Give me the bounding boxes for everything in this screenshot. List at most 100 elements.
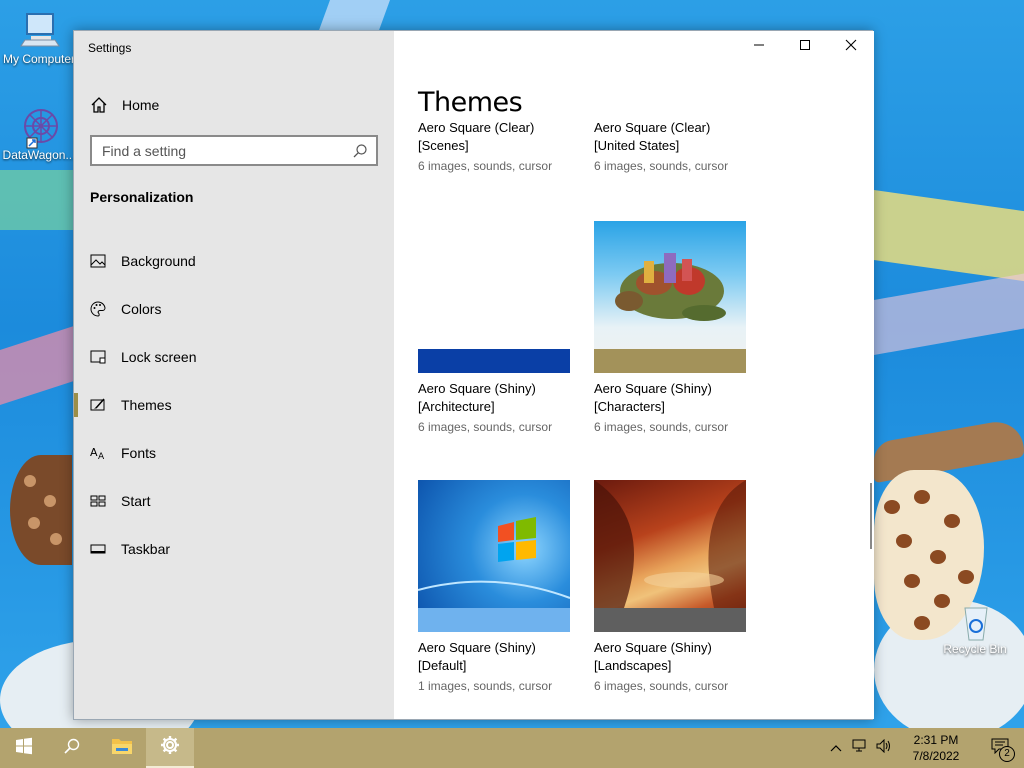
theme-thumbnail — [594, 221, 746, 373]
lock-screen-icon — [90, 349, 106, 365]
taskbar: 2:31 PM 7/8/2022 2 — [0, 728, 1024, 768]
wallpaper-ray — [874, 273, 1024, 355]
sidebar-item-label: Colors — [121, 301, 162, 317]
volume-icon — [876, 738, 892, 758]
close-button[interactable] — [828, 31, 874, 63]
theme-tile[interactable]: Aero Square (Shiny) [Default] 1 images, … — [418, 480, 570, 693]
settings-window: Settings Home Personalization Background — [73, 30, 874, 720]
sidebar-item-colors[interactable]: Colors — [74, 285, 394, 333]
search-input[interactable] — [92, 137, 352, 164]
file-explorer-icon — [111, 736, 133, 761]
file-explorer-button[interactable] — [98, 728, 146, 768]
chevron-up-icon — [830, 739, 842, 757]
home-icon — [90, 96, 108, 114]
theme-meta: 6 images, sounds, cursor — [594, 159, 729, 173]
theme-thumbnail — [418, 221, 570, 373]
theme-tile[interactable]: Aero Square (Clear) [Scenes] 6 images, s… — [418, 119, 570, 173]
notification-count-badge: 2 — [999, 746, 1015, 762]
sidebar-item-label: Taskbar — [121, 541, 171, 557]
sidebar-item-label: Themes — [121, 397, 172, 413]
wallpaper-turtle — [10, 455, 72, 565]
search-icon — [63, 737, 81, 760]
theme-meta: 1 images, sounds, cursor — [418, 679, 553, 693]
theme-tile[interactable]: Aero Square (Shiny) [Characters] 6 image… — [594, 221, 746, 434]
maximize-icon — [799, 38, 811, 56]
network-icon — [852, 739, 868, 758]
sidebar-home-link[interactable]: Home — [90, 93, 159, 117]
desktop-icon-datawagon[interactable]: DataWagon... — [2, 106, 76, 162]
theme-meta: 6 images, sounds, cursor — [418, 420, 553, 434]
brush-icon — [90, 397, 106, 413]
sidebar-item-label: Background — [121, 253, 196, 269]
theme-color-bar — [418, 608, 570, 632]
taskbar-clock[interactable]: 2:31 PM 7/8/2022 — [896, 732, 976, 764]
network-button[interactable] — [848, 728, 872, 768]
volume-button[interactable] — [872, 728, 896, 768]
desktop-icon-label: My Computer — [2, 52, 76, 66]
theme-name: Aero Square (Shiny) [Characters] — [594, 381, 712, 414]
svg-text:A: A — [98, 452, 105, 461]
theme-name: Aero Square (Shiny) [Default] — [418, 640, 536, 673]
taskbar-icon — [90, 541, 106, 557]
system-tray: 2:31 PM 7/8/2022 2 — [824, 728, 1024, 768]
theme-meta: 6 images, sounds, cursor — [418, 159, 553, 173]
main-content: Themes Aero Square (Clear) [Scenes] 6 im… — [394, 31, 874, 719]
settings-gear-icon — [160, 735, 180, 760]
scrollbar-thumb[interactable] — [870, 483, 872, 549]
wallpaper-ray — [874, 190, 1024, 282]
sidebar-item-themes[interactable]: Themes — [74, 381, 394, 429]
monitor-icon — [17, 10, 61, 50]
start-windows-icon — [15, 737, 33, 760]
caption-buttons — [736, 31, 874, 63]
sidebar-item-background[interactable]: Background — [74, 237, 394, 285]
desktop-icon-label: Recycle Bin — [943, 642, 1007, 656]
theme-name: Aero Square (Clear) [Scenes] — [418, 120, 535, 153]
theme-color-bar — [594, 349, 746, 373]
wallpaper-ray — [0, 170, 80, 230]
window-title: Settings — [88, 41, 132, 55]
search-box — [90, 135, 378, 166]
sidebar-item-fonts[interactable]: AA Fonts — [74, 429, 394, 477]
minimize-button[interactable] — [736, 31, 782, 63]
theme-meta: 6 images, sounds, cursor — [594, 679, 729, 693]
theme-tile[interactable]: Aero Square (Clear) [United States] 6 im… — [594, 119, 746, 173]
desktop-icon-recycle-bin[interactable]: Recycle Bin — [938, 600, 1012, 656]
sidebar-item-label: Start — [121, 493, 151, 509]
desktop-icon-label: DataWagon... — [2, 148, 76, 162]
recycle-bin-icon — [953, 600, 997, 641]
taskbar-search-button[interactable] — [48, 728, 96, 768]
sidebar-item-label: Fonts — [121, 445, 157, 461]
clock-date: 7/8/2022 — [912, 749, 960, 763]
svg-text:A: A — [90, 446, 98, 459]
start-button[interactable] — [0, 728, 48, 768]
action-center-button[interactable]: 2 — [976, 728, 1024, 768]
app-shortcut-icon — [17, 106, 61, 149]
search-icon[interactable] — [352, 143, 368, 159]
picture-icon — [90, 253, 106, 269]
wallpaper-ray — [0, 324, 80, 405]
theme-name: Aero Square (Shiny) [Architecture] — [418, 381, 536, 414]
show-hidden-icons-button[interactable] — [824, 728, 848, 768]
theme-thumbnail — [418, 480, 570, 632]
palette-icon — [90, 301, 106, 317]
settings-taskbar-button[interactable] — [146, 728, 194, 768]
sidebar-item-taskbar[interactable]: Taskbar — [74, 525, 394, 573]
sidebar: Settings Home Personalization Background — [74, 31, 394, 719]
clock-time: 2:31 PM — [913, 733, 959, 747]
theme-tile[interactable]: Aero Square (Shiny) [Landscapes] 6 image… — [594, 480, 746, 693]
theme-tile[interactable]: Aero Square (Shiny) [Architecture] 6 ima… — [418, 221, 570, 434]
theme-meta: 6 images, sounds, cursor — [594, 420, 729, 434]
minimize-icon — [753, 38, 765, 56]
theme-color-bar — [594, 608, 746, 632]
start-grid-icon — [90, 493, 106, 509]
desktop-icon-my-computer[interactable]: My Computer — [2, 10, 76, 66]
sidebar-nav: Background Colors Lock screen Themes A A… — [74, 237, 394, 573]
theme-color-bar — [418, 349, 570, 373]
sidebar-item-lock-screen[interactable]: Lock screen — [74, 333, 394, 381]
section-title: Personalization — [90, 189, 194, 205]
font-icon: AA — [90, 445, 106, 461]
page-title: Themes — [418, 87, 523, 118]
theme-name: Aero Square (Clear) [United States] — [594, 120, 711, 153]
maximize-button[interactable] — [782, 31, 828, 63]
sidebar-item-start[interactable]: Start — [74, 477, 394, 525]
